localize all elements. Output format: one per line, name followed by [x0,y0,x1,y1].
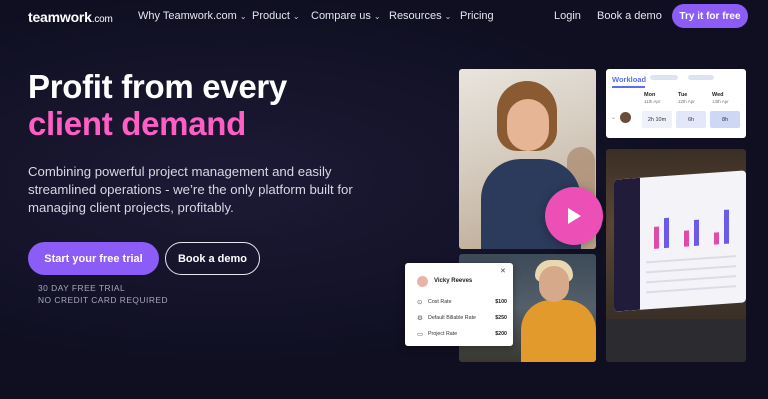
login-link[interactable]: Login [554,10,581,22]
laptop-row [646,255,736,264]
workload-day: Mon [644,92,656,98]
nav-resources[interactable]: Resources ⌄ [389,10,451,22]
nav-why-teamwork-label: Why Teamwork.com [138,10,237,22]
rate-label: Project Rate [428,331,458,337]
workload-placeholder-pill [688,75,714,80]
workload-cell: 8h [710,111,740,128]
nav-pricing[interactable]: Pricing [460,10,494,22]
nav-resources-label: Resources [389,10,442,22]
laptop-row [646,275,736,284]
laptop-chart-bar [684,230,689,247]
photo-person-face [539,266,569,302]
laptop-chart-bar [724,209,729,244]
laptop-row [646,265,736,274]
laptop-screen [614,170,746,312]
chevron-down-icon: ⌄ [292,12,300,21]
laptop-chart-bar [694,219,699,247]
laptop-photo [606,149,746,362]
laptop-chart-bar [654,226,659,249]
workload-card: Workload Mon 11th Apr Tue 12th Apr Wed 1… [606,69,746,138]
billable-icon: ⚙ [417,315,423,322]
folder-icon: ▭ [417,331,424,338]
hero-subtext: Combining powerful project management an… [28,164,353,215]
photo-person-body [521,300,596,362]
workload-cell: 6h [676,111,706,128]
play-icon [568,208,581,224]
nav-why-teamwork[interactable]: Why Teamwork.com ⌄ [138,10,247,22]
avatar [620,112,631,123]
chevron-down-icon[interactable]: ⌄ [611,114,616,121]
no-card-note: NO CREDIT CARD REQUIRED [38,295,169,305]
user-name: Vicky Reeves [434,278,473,284]
top-nav: teamwork.com Why Teamwork.com ⌄ Product ⌄ … [0,0,768,32]
photo-person-face [507,99,549,151]
nav-product[interactable]: Product ⌄ [252,10,300,22]
headline-line-1: Profit from every [28,68,287,105]
rate-value: $200 [495,331,507,337]
trial-note: 30 DAY FREE TRIAL [38,283,126,293]
laptop-keyboard [606,319,746,362]
rate-value: $100 [495,299,507,305]
chevron-down-icon: ⌄ [373,12,381,21]
workload-cell: 2h 10m [642,111,672,128]
nav-compare-us[interactable]: Compare us ⌄ [311,10,381,22]
rate-row: ⚙ Default Billable Rate $250 [417,314,509,324]
laptop-chart-bar [714,232,719,245]
book-demo-link[interactable]: Book a demo [597,10,662,22]
rate-value: $250 [495,315,507,321]
rate-row: ⊙ Cost Rate $100 [417,298,509,308]
cost-icon: ⊙ [417,299,423,306]
book-demo-button[interactable]: Book a demo [165,242,260,275]
rates-card: ✕ Vicky Reeves ⊙ Cost Rate $100 ⚙ Defaul… [405,263,513,346]
workload-day: Wed [712,92,724,98]
workload-placeholder-pill [650,75,678,80]
headline-line-2: client demand [28,105,246,142]
close-icon[interactable]: ✕ [500,267,506,275]
laptop-sidebar [614,177,640,312]
chevron-down-icon: ⌄ [444,12,452,21]
workload-title: Workload [612,75,647,84]
workload-date: 11th Apr [644,99,661,104]
avatar [417,276,428,287]
start-free-trial-button[interactable]: Start your free trial [28,242,159,275]
logo-suffix: .com [91,14,113,25]
workload-tab-underline [612,86,645,88]
nav-pricing-label: Pricing [460,10,494,22]
rate-row: ▭ Project Rate $200 [417,330,509,340]
try-free-button[interactable]: Try it for free [672,4,748,28]
logo[interactable]: teamwork.com [28,9,113,25]
workload-date: 13th Apr [712,99,729,104]
nav-compare-us-label: Compare us [311,10,371,22]
rate-label: Default Billable Rate [428,315,476,321]
chevron-down-icon: ⌄ [239,12,247,21]
play-video-button[interactable] [545,187,603,245]
rate-label: Cost Rate [428,299,452,305]
logo-text: teamwork [28,9,92,25]
laptop-chart-bar [664,217,669,249]
nav-product-label: Product [252,10,290,22]
laptop-row [646,285,736,294]
workload-day: Tue [678,92,688,98]
workload-date: 12th Apr [678,99,695,104]
